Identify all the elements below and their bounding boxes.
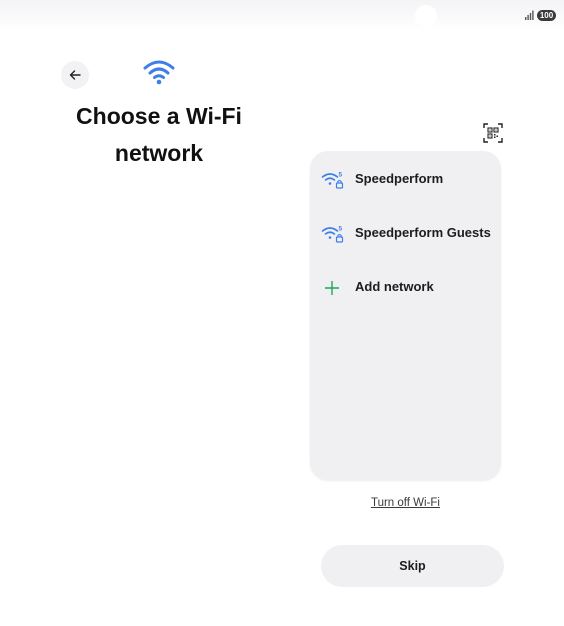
network-name: Speedperform Guests <box>355 225 491 240</box>
skip-button[interactable]: Skip <box>321 545 504 587</box>
wifi-icon <box>143 60 175 85</box>
svg-text:5: 5 <box>339 172 343 179</box>
status-bar: 100 <box>0 0 564 30</box>
add-network-button[interactable]: Add network <box>310 264 501 310</box>
network-item-speedperform[interactable]: 5 Speedperform <box>310 156 501 202</box>
signal-bars-icon <box>525 10 534 20</box>
wifi-5ghz-locked-icon: 5 <box>321 172 344 189</box>
plus-icon <box>325 281 339 295</box>
turn-off-wifi-link[interactable]: Turn off Wi-Fi <box>310 497 501 509</box>
wifi-5ghz-locked-icon: 5 <box>321 226 344 243</box>
arrow-left-icon <box>69 70 81 80</box>
network-list: 5 Speedperform 5 Speedperform Guests Add… <box>310 151 501 480</box>
svg-text:5: 5 <box>339 226 343 233</box>
camera-cutout <box>415 5 437 27</box>
network-name: Speedperform <box>355 171 444 186</box>
add-network-label: Add network <box>355 279 434 294</box>
page-title: Choose a Wi-Fi network <box>76 103 242 166</box>
qr-code-scan-icon[interactable] <box>483 123 503 143</box>
network-item-speedperform-guests[interactable]: 5 Speedperform Guests <box>310 210 501 256</box>
battery-indicator: 100 <box>537 10 556 21</box>
back-button[interactable] <box>61 61 89 89</box>
